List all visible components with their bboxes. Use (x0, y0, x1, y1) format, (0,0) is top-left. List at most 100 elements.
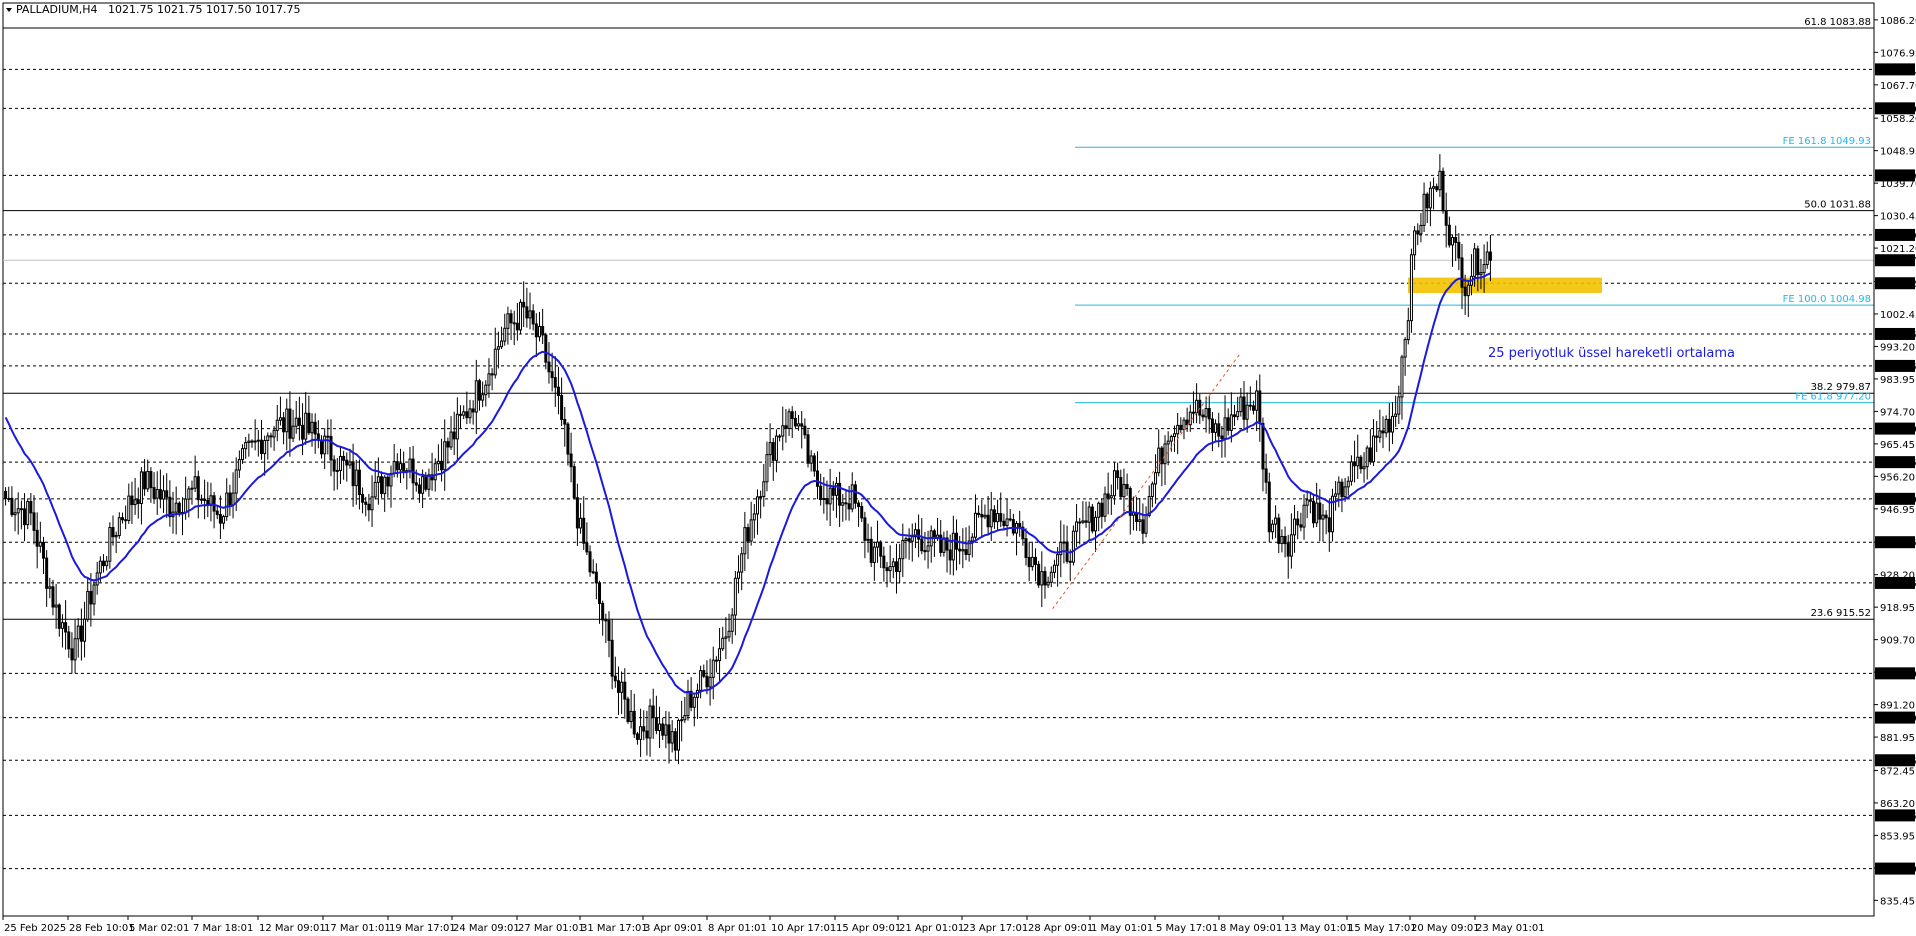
candle-body (1062, 541, 1066, 544)
candle-body (1223, 417, 1227, 440)
candle-body (326, 435, 330, 438)
candle (1090, 503, 1094, 534)
candle-body (187, 488, 191, 500)
candle-body (1286, 543, 1290, 557)
candle-body (670, 731, 674, 744)
candle-body (1248, 404, 1252, 407)
price-marker: 987.65 (1875, 359, 1916, 373)
price-tick-label: 1076.95 (1880, 48, 1916, 59)
candle-body (885, 567, 889, 572)
candle-body (1334, 493, 1338, 497)
candle-body (1473, 248, 1477, 277)
time-tick-label: 28 Apr 09:01 (1028, 923, 1093, 934)
candle-body (588, 551, 592, 573)
candle-body (1138, 519, 1142, 522)
candle-body (790, 411, 794, 419)
candle (1267, 472, 1271, 543)
candle-body (1289, 534, 1293, 557)
candle-body (541, 326, 545, 336)
candle-body (468, 408, 472, 419)
candle-body (686, 690, 690, 717)
candle-body (1043, 571, 1047, 586)
candle-body (869, 538, 873, 563)
price-tick-label: 993.20 (1880, 342, 1915, 353)
candle-body (506, 313, 510, 329)
candle-body (1368, 447, 1372, 463)
time-tick-label: 17 Mar 01:01 (324, 923, 391, 934)
time-tick-label: 24 Mar 09:01 (453, 923, 520, 934)
candle-body (774, 435, 778, 461)
candle-body (768, 442, 772, 456)
candle-body (1094, 516, 1098, 532)
candle-body (730, 614, 734, 632)
candle-body (917, 529, 921, 540)
candle-body (89, 590, 93, 605)
candle-body (1207, 408, 1211, 420)
candle-body (1327, 517, 1331, 533)
candle-body (443, 441, 447, 471)
fibo-retracement-label: 50.0 1031.88 (1804, 200, 1871, 211)
candle-body (620, 681, 624, 693)
price-marker-label: 960.25 (1878, 458, 1916, 469)
candle-body (1394, 413, 1398, 417)
candle-body (983, 514, 987, 518)
price-tick-label: 974.70 (1880, 407, 1915, 418)
time-axis[interactable]: 25 Feb 2025 28 Feb 10:015 Mar 02:01 7 Mar … (2, 915, 1874, 934)
candle-body (970, 536, 974, 542)
candle-body (1451, 237, 1455, 246)
candle-body (904, 538, 908, 541)
candle-body (1027, 557, 1031, 568)
candle-body (1204, 408, 1208, 418)
price-marker-label: 1041.90 (1878, 171, 1916, 182)
price-tick-label: 965.45 (1880, 440, 1915, 451)
candle-body (683, 715, 687, 721)
candle-body (269, 435, 273, 438)
time-tick-label: 19 Mar 17:01 (389, 923, 456, 934)
candle-body (67, 631, 71, 650)
candle-body (1182, 419, 1186, 431)
candle-body (7, 497, 11, 500)
candle-body (831, 487, 835, 496)
price-axis[interactable]: 1086.201076.951067.701058.201048.951039.… (1873, 3, 1916, 916)
price-marker-label: 969.80 (1878, 425, 1916, 436)
symbol-timeframe: PALLADIUM,H4 (16, 3, 98, 16)
candle-body (1024, 538, 1028, 559)
candle-body (193, 476, 197, 489)
candle-body (215, 510, 219, 516)
price-marker: 1041.90 (1875, 169, 1916, 182)
candle-body (105, 560, 109, 567)
time-tick-label: 5 May 17:01 (1156, 923, 1218, 934)
candle-body (433, 463, 437, 481)
candle-body (13, 512, 17, 516)
candle-body (247, 440, 251, 443)
candle-body (266, 435, 270, 441)
candle-body (83, 618, 87, 642)
candle-body (1084, 520, 1088, 523)
candle-body (563, 418, 567, 425)
candle-body (389, 472, 393, 487)
candle-body (51, 586, 55, 608)
candle-body (487, 373, 491, 386)
candle-body (1274, 517, 1278, 525)
candle-body (585, 542, 589, 553)
plot-area[interactable] (2, 2, 1875, 917)
price-tick-label: 891.20 (1880, 701, 1915, 712)
candle-body (692, 696, 696, 708)
candle-body (942, 537, 946, 553)
candle-body (1195, 399, 1199, 414)
candle-body (408, 458, 412, 473)
price-chart[interactable]: 61.8 1083.8850.0 1031.8838.2 979.8723.6 … (0, 0, 1916, 936)
candle-body (1150, 483, 1154, 497)
candle-body (1384, 418, 1388, 434)
candle-body (910, 536, 914, 542)
candle-body (29, 501, 33, 514)
candle-body (613, 675, 617, 682)
candle-body (174, 502, 178, 513)
candle-body (569, 453, 573, 468)
candle-body (367, 503, 371, 511)
candle-body (1390, 415, 1394, 433)
candle-body (1324, 514, 1328, 519)
price-tick-label: 1058.20 (1880, 114, 1916, 125)
candle-body (493, 348, 497, 376)
candle-body (111, 527, 115, 538)
